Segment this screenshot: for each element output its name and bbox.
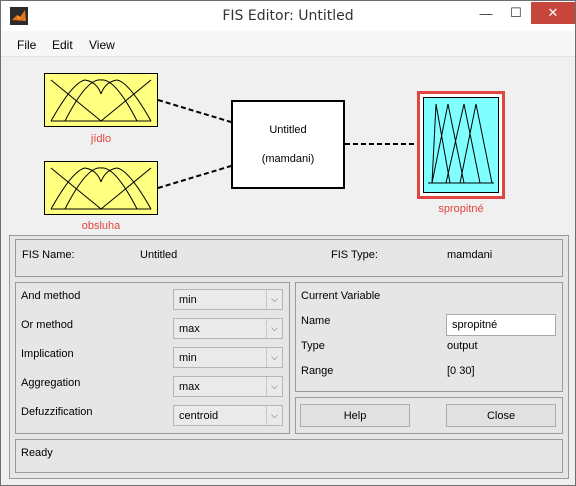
- fis-system-block[interactable]: Untitled (mamdani): [231, 100, 345, 189]
- and-method-label: And method: [21, 290, 81, 302]
- variable-type-label: Type: [301, 340, 325, 352]
- fis-type-label: FIS Type:: [331, 249, 378, 261]
- chevron-down-icon: ⌵: [266, 406, 282, 425]
- maximize-button[interactable]: ☐: [501, 2, 531, 24]
- output-membership-functions-icon: [428, 103, 494, 184]
- defuzzification-label: Defuzzification: [21, 406, 93, 418]
- membership-functions-icon: [50, 167, 152, 210]
- variable-name-label: Name: [301, 315, 331, 327]
- or-method-select[interactable]: max ⌵: [173, 318, 283, 339]
- status-text: Ready: [21, 447, 53, 459]
- chevron-down-icon: ⌵: [266, 348, 282, 367]
- input-variable-obsluha[interactable]: [44, 161, 158, 215]
- variable-range-label: Range: [301, 365, 334, 377]
- variable-name-field[interactable]: spropitné: [446, 314, 556, 336]
- fis-type-value: mamdani: [447, 249, 493, 261]
- fis-info-panel: FIS Name: Untitled FIS Type: mamdani: [15, 239, 563, 277]
- fis-name-value: Untitled: [140, 249, 178, 261]
- fis-name-label: FIS Name:: [22, 249, 75, 261]
- output-label-spropitne: spropitné: [438, 203, 484, 215]
- input-label-obsluha: obsluha: [81, 220, 121, 232]
- fis-editor-window: FIS Editor: Untitled — ☐ ✕ File Edit Vie…: [0, 0, 576, 486]
- and-method-select[interactable]: min ⌵: [173, 289, 283, 310]
- methods-panel: And method min ⌵ Or method max ⌵ Implica…: [15, 282, 290, 434]
- title-bar: FIS Editor: Untitled — ☐ ✕: [1, 1, 575, 31]
- buttons-panel: Help Close: [295, 397, 563, 434]
- status-bar: Ready: [15, 439, 563, 473]
- help-button[interactable]: Help: [300, 404, 410, 427]
- chevron-down-icon: ⌵: [266, 290, 282, 309]
- variable-range-value: [0 30]: [447, 365, 475, 377]
- defuzzification-select[interactable]: centroid ⌵: [173, 405, 283, 426]
- menu-bar: File Edit View: [1, 31, 575, 57]
- membership-functions-icon: [50, 79, 152, 122]
- or-method-label: Or method: [21, 319, 73, 331]
- input-variable-jidlo[interactable]: [44, 73, 158, 127]
- chevron-down-icon: ⌵: [266, 377, 282, 396]
- system-name: Untitled: [269, 124, 307, 136]
- aggregation-select[interactable]: max ⌵: [173, 376, 283, 397]
- output-variable-spropitne[interactable]: [417, 91, 505, 199]
- variable-type-value: output: [447, 340, 478, 352]
- current-variable-title: Current Variable: [301, 290, 381, 302]
- implication-label: Implication: [21, 348, 74, 360]
- chevron-down-icon: ⌵: [266, 319, 282, 338]
- implication-select[interactable]: min ⌵: [173, 347, 283, 368]
- menu-view[interactable]: View: [89, 38, 115, 52]
- close-button[interactable]: Close: [446, 404, 556, 427]
- system-type: (mamdani): [261, 153, 315, 165]
- menu-file[interactable]: File: [17, 38, 36, 52]
- input-label-jidlo: jídlo: [90, 133, 112, 145]
- window-close-button[interactable]: ✕: [531, 2, 575, 24]
- current-variable-panel: Current Variable Name spropitné Type out…: [295, 282, 563, 392]
- minimize-button[interactable]: —: [471, 2, 501, 24]
- menu-edit[interactable]: Edit: [52, 38, 73, 52]
- aggregation-label: Aggregation: [21, 377, 81, 389]
